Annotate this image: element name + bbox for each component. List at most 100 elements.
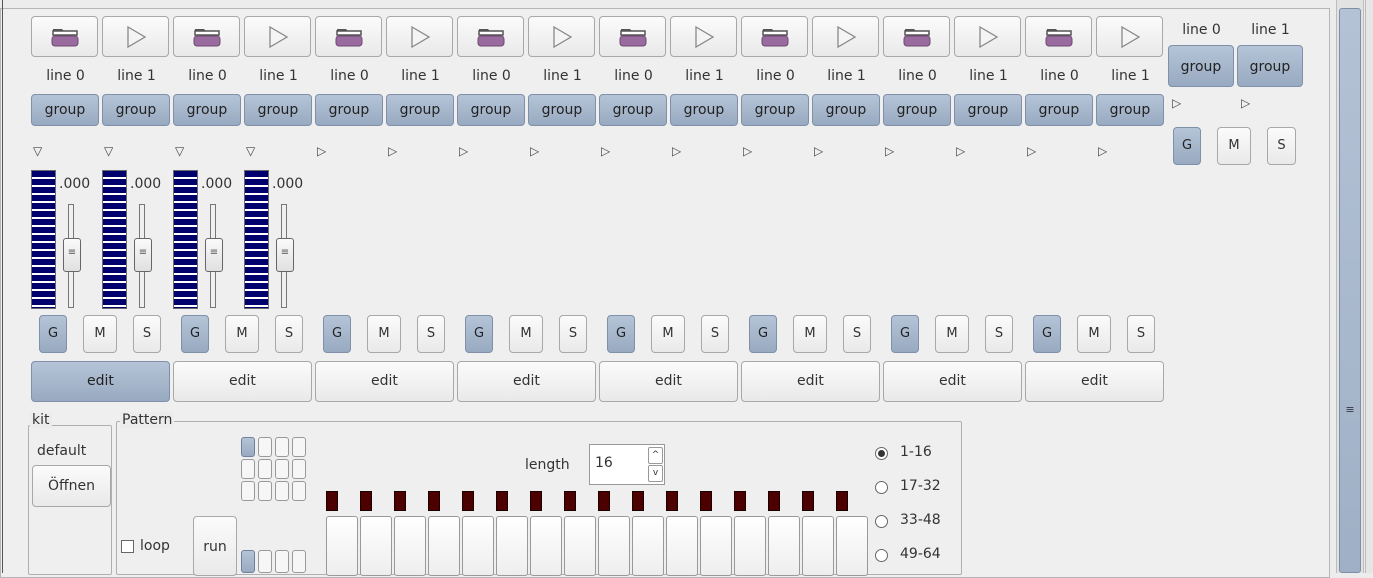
run-button[interactable]: run: [193, 516, 237, 576]
solo-toggle[interactable]: S: [133, 315, 161, 353]
step-button[interactable]: [598, 516, 630, 576]
step-button[interactable]: [462, 516, 494, 576]
edit-button[interactable]: edit: [883, 361, 1022, 402]
step-button[interactable]: [700, 516, 732, 576]
triangle-right-icon[interactable]: ▷: [1241, 95, 1250, 111]
group-button[interactable]: group: [1025, 94, 1093, 126]
group-button[interactable]: group: [102, 94, 170, 126]
play-button[interactable]: [812, 16, 879, 57]
play-button[interactable]: [102, 16, 169, 57]
group-button[interactable]: group: [173, 94, 241, 126]
sequence-cell[interactable]: [292, 550, 306, 573]
mute-toggle[interactable]: M: [367, 315, 401, 353]
step-button[interactable]: [768, 516, 800, 576]
edit-button[interactable]: edit: [457, 361, 596, 402]
triangle-right-icon[interactable]: ▷: [672, 143, 681, 159]
step-button[interactable]: [564, 516, 596, 576]
play-button[interactable]: [1096, 16, 1163, 57]
open-button[interactable]: [31, 16, 98, 57]
master-group-button[interactable]: group: [1237, 45, 1303, 87]
step-button[interactable]: [632, 516, 664, 576]
step-button[interactable]: [428, 516, 460, 576]
range-radio[interactable]: [875, 515, 888, 528]
edit-button[interactable]: edit: [31, 361, 170, 402]
sequence-cell[interactable]: [258, 437, 272, 457]
group-button[interactable]: group: [315, 94, 383, 126]
sequence-cell[interactable]: [275, 437, 289, 457]
sequence-cell[interactable]: [275, 481, 289, 501]
sequence-cell[interactable]: [275, 459, 289, 479]
edit-button[interactable]: edit: [173, 361, 312, 402]
triangle-right-icon[interactable]: ▷: [388, 143, 397, 159]
sequence-cell[interactable]: [292, 481, 306, 501]
solo-toggle[interactable]: S: [1127, 315, 1155, 353]
step-button[interactable]: [394, 516, 426, 576]
open-button[interactable]: [457, 16, 524, 57]
mute-toggle[interactable]: M: [83, 315, 117, 353]
mute-toggle[interactable]: M: [793, 315, 827, 353]
scrollbar-thumb[interactable]: [1339, 8, 1361, 573]
edit-button[interactable]: edit: [1025, 361, 1164, 402]
group-toggle[interactable]: G: [1033, 315, 1061, 353]
sequence-cell[interactable]: [241, 481, 255, 501]
play-button[interactable]: [386, 16, 453, 57]
group-toggle[interactable]: G: [323, 315, 351, 353]
group-button[interactable]: group: [31, 94, 99, 126]
group-button[interactable]: group: [954, 94, 1022, 126]
sequence-cell[interactable]: [241, 459, 255, 479]
triangle-right-icon[interactable]: ▷: [1172, 95, 1181, 111]
step-button[interactable]: [666, 516, 698, 576]
step-button[interactable]: [802, 516, 834, 576]
master-group-toggle[interactable]: G: [1173, 127, 1201, 165]
spin-up-icon[interactable]: ^: [648, 447, 663, 464]
group-toggle[interactable]: G: [465, 315, 493, 353]
triangle-right-icon[interactable]: ▷: [1027, 143, 1036, 159]
sequence-cell[interactable]: [258, 481, 272, 501]
sequence-cell[interactable]: [258, 459, 272, 479]
open-kit-button[interactable]: Öffnen: [32, 465, 111, 507]
edit-button[interactable]: edit: [599, 361, 738, 402]
solo-toggle[interactable]: S: [985, 315, 1013, 353]
group-button[interactable]: group: [1096, 94, 1164, 126]
group-button[interactable]: group: [386, 94, 454, 126]
triangle-right-icon[interactable]: ▷: [814, 143, 823, 159]
range-radio[interactable]: [875, 447, 888, 460]
group-button[interactable]: group: [883, 94, 951, 126]
step-button[interactable]: [734, 516, 766, 576]
step-button[interactable]: [530, 516, 562, 576]
triangle-right-icon[interactable]: ▷: [317, 143, 326, 159]
loop-checkbox[interactable]: [121, 540, 134, 553]
sequence-cell[interactable]: [258, 550, 272, 573]
range-radio[interactable]: [875, 549, 888, 562]
triangle-right-icon[interactable]: ▷: [743, 143, 752, 159]
triangle-right-icon[interactable]: ▷: [459, 143, 468, 159]
group-button[interactable]: group: [457, 94, 525, 126]
play-button[interactable]: [528, 16, 595, 57]
solo-toggle[interactable]: S: [417, 315, 445, 353]
play-button[interactable]: [670, 16, 737, 57]
solo-toggle[interactable]: S: [843, 315, 871, 353]
mute-toggle[interactable]: M: [225, 315, 259, 353]
triangle-right-icon[interactable]: ▷: [1098, 143, 1107, 159]
master-mute-toggle[interactable]: M: [1217, 127, 1251, 165]
mute-toggle[interactable]: M: [935, 315, 969, 353]
group-button[interactable]: group: [812, 94, 880, 126]
step-button[interactable]: [326, 516, 358, 576]
edit-button[interactable]: edit: [741, 361, 880, 402]
volume-slider-handle[interactable]: ≡: [205, 238, 223, 272]
sequence-cell[interactable]: [241, 550, 255, 573]
mute-toggle[interactable]: M: [509, 315, 543, 353]
range-radio[interactable]: [875, 481, 888, 494]
volume-slider-handle[interactable]: ≡: [63, 238, 81, 272]
solo-toggle[interactable]: S: [559, 315, 587, 353]
group-button[interactable]: group: [244, 94, 312, 126]
solo-toggle[interactable]: S: [701, 315, 729, 353]
open-button[interactable]: [883, 16, 950, 57]
step-button[interactable]: [836, 516, 868, 576]
step-button[interactable]: [496, 516, 528, 576]
sequence-cell[interactable]: [241, 437, 255, 457]
open-button[interactable]: [741, 16, 808, 57]
group-toggle[interactable]: G: [181, 315, 209, 353]
triangle-right-icon[interactable]: ▷: [601, 143, 610, 159]
triangle-down-icon[interactable]: ▽: [175, 143, 184, 159]
